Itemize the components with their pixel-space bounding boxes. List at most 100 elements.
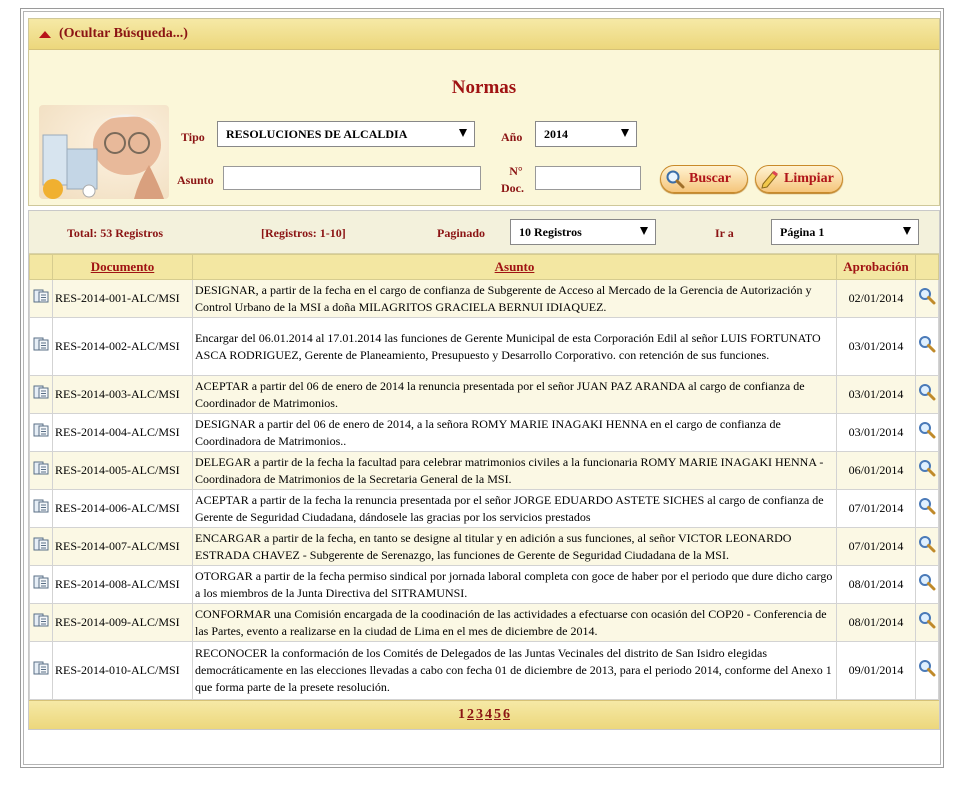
document-icon[interactable] bbox=[32, 287, 50, 305]
approval-date: 03/01/2014 bbox=[836, 317, 916, 376]
ndoc-label-top: N° bbox=[509, 164, 523, 178]
page-link-4[interactable]: 4 bbox=[485, 707, 492, 722]
view-cell[interactable] bbox=[915, 489, 939, 528]
magnifier-icon[interactable] bbox=[918, 383, 936, 401]
view-cell[interactable] bbox=[915, 527, 939, 566]
view-cell[interactable] bbox=[915, 375, 939, 414]
document-icon-cell[interactable] bbox=[29, 451, 53, 490]
approval-date: 02/01/2014 bbox=[836, 279, 916, 318]
results-panel: Total: 53 Registros [Registros: 1-10] Pa… bbox=[28, 210, 940, 730]
document-code: RES-2014-002-ALC/MSI bbox=[52, 317, 193, 376]
magnifier-icon[interactable] bbox=[918, 573, 936, 591]
document-code: RES-2014-007-ALC/MSI bbox=[52, 527, 193, 566]
table-body: RES-2014-001-ALC/MSI DESIGNAR, a partir d… bbox=[29, 279, 939, 700]
anio-select[interactable]: 2014 bbox=[535, 121, 637, 147]
document-code: RES-2014-006-ALC/MSI bbox=[52, 489, 193, 528]
anio-select-value: 2014 bbox=[544, 126, 568, 141]
document-icon[interactable] bbox=[32, 459, 50, 477]
asunto-text: DESIGNAR, a partir de la fecha en el car… bbox=[192, 279, 837, 318]
document-icon-cell[interactable] bbox=[29, 565, 53, 604]
document-code: RES-2014-003-ALC/MSI bbox=[52, 375, 193, 414]
document-icon[interactable] bbox=[32, 497, 50, 515]
magnifier-icon[interactable] bbox=[918, 611, 936, 629]
document-icon-cell[interactable] bbox=[29, 413, 53, 452]
chevron-down-icon bbox=[903, 227, 911, 235]
paginado-label: Paginado bbox=[437, 226, 486, 240]
magnifier-icon[interactable] bbox=[918, 497, 936, 515]
asunto-input[interactable] bbox=[223, 166, 481, 190]
tipo-label: Tipo bbox=[181, 130, 205, 144]
document-code: RES-2014-010-ALC/MSI bbox=[52, 641, 193, 700]
view-cell[interactable] bbox=[915, 279, 939, 318]
view-cell[interactable] bbox=[915, 317, 939, 376]
approval-date: 07/01/2014 bbox=[836, 527, 916, 566]
asunto-text: Encargar del 06.01.2014 al 17.01.2014 la… bbox=[192, 317, 837, 376]
magnifier-icon[interactable] bbox=[918, 335, 936, 353]
magnifier-icon[interactable] bbox=[918, 659, 936, 677]
tipo-select[interactable]: RESOLUCIONES DE ALCALDIA bbox=[217, 121, 475, 147]
tipo-select-value: RESOLUCIONES DE ALCALDIA bbox=[226, 126, 408, 141]
buscar-label: Buscar bbox=[689, 171, 731, 186]
document-icon[interactable] bbox=[32, 659, 50, 677]
header-documento[interactable]: Documento bbox=[52, 254, 193, 280]
document-icon-cell[interactable] bbox=[29, 603, 53, 642]
pagination-bar: Total: 53 Registros [Registros: 1-10] Pa… bbox=[29, 211, 939, 254]
document-icon[interactable] bbox=[32, 421, 50, 439]
table-row: RES-2014-007-ALC/MSI ENCARGAR a partir de… bbox=[29, 527, 939, 566]
search-header: (Ocultar Búsqueda...) bbox=[29, 19, 939, 50]
view-cell[interactable] bbox=[915, 413, 939, 452]
document-icon-cell[interactable] bbox=[29, 375, 53, 414]
view-cell[interactable] bbox=[915, 451, 939, 490]
ira-select[interactable]: Página 1 bbox=[771, 219, 919, 245]
collapse-triangle-icon[interactable] bbox=[39, 30, 51, 38]
asunto-text: CONFORMAR una Comisión encargada de la c… bbox=[192, 603, 837, 642]
paginado-select[interactable]: 10 Registros bbox=[510, 219, 656, 245]
page-link-5[interactable]: 5 bbox=[494, 707, 501, 722]
magnifier-icon[interactable] bbox=[918, 421, 936, 439]
header-asunto[interactable]: Asunto bbox=[192, 254, 837, 280]
document-icon-cell[interactable] bbox=[29, 279, 53, 318]
results-table: Documento Asunto Aprobación RES-2014-001… bbox=[29, 254, 939, 700]
page-link-1[interactable]: 1 bbox=[458, 707, 465, 722]
asunto-text: OTORGAR a partir de la fecha permiso sin… bbox=[192, 565, 837, 604]
document-icon-cell[interactable] bbox=[29, 317, 53, 376]
document-icon[interactable] bbox=[32, 535, 50, 553]
table-row: RES-2014-001-ALC/MSI DESIGNAR, a partir d… bbox=[29, 279, 939, 318]
ndoc-label-bottom: Doc. bbox=[501, 181, 524, 195]
table-row: RES-2014-008-ALC/MSI OTORGAR a partir de … bbox=[29, 565, 939, 604]
approval-date: 03/01/2014 bbox=[836, 413, 916, 452]
asunto-text: ENCARGAR a partir de la fecha, en tanto … bbox=[192, 527, 837, 566]
document-icon[interactable] bbox=[32, 611, 50, 629]
view-cell[interactable] bbox=[915, 565, 939, 604]
magnifier-icon[interactable] bbox=[918, 535, 936, 553]
magnifier-icon[interactable] bbox=[918, 459, 936, 477]
approval-date: 03/01/2014 bbox=[836, 375, 916, 414]
page-link-6[interactable]: 6 bbox=[503, 707, 510, 722]
table-row: RES-2014-003-ALC/MSI ACEPTAR a partir del… bbox=[29, 375, 939, 414]
limpiar-label: Limpiar bbox=[784, 171, 834, 186]
table-row: RES-2014-002-ALC/MSI Encargar del 06.01.2… bbox=[29, 317, 939, 376]
page-links: 123456 bbox=[29, 700, 939, 729]
view-cell[interactable] bbox=[915, 641, 939, 700]
page-link-2[interactable]: 2 bbox=[467, 707, 474, 722]
document-icon[interactable] bbox=[32, 383, 50, 401]
toggle-search-link[interactable]: (Ocultar Búsqueda...) bbox=[59, 26, 188, 42]
records-range: [Registros: 1-10] bbox=[261, 226, 346, 240]
document-icon-cell[interactable] bbox=[29, 489, 53, 528]
buscar-button[interactable]: Buscar bbox=[660, 165, 748, 193]
asunto-text: ACEPTAR a partir de la fecha la renuncia… bbox=[192, 489, 837, 528]
magnifier-icon[interactable] bbox=[918, 287, 936, 305]
view-cell[interactable] bbox=[915, 603, 939, 642]
document-icon[interactable] bbox=[32, 335, 50, 353]
main-frame: (Ocultar Búsqueda...) Normas Tipo RESOLU… bbox=[20, 8, 944, 768]
ndoc-input[interactable] bbox=[535, 166, 641, 190]
document-icon-cell[interactable] bbox=[29, 641, 53, 700]
header-aprobacion: Aprobación bbox=[836, 254, 916, 280]
page-link-3[interactable]: 3 bbox=[476, 707, 483, 722]
approval-date: 08/01/2014 bbox=[836, 603, 916, 642]
table-row: RES-2014-009-ALC/MSI CONFORMAR una Comisi… bbox=[29, 603, 939, 642]
asunto-text: DELEGAR a partir de la fecha la facultad… bbox=[192, 451, 837, 490]
document-icon-cell[interactable] bbox=[29, 527, 53, 566]
limpiar-button[interactable]: Limpiar bbox=[755, 165, 843, 193]
document-icon[interactable] bbox=[32, 573, 50, 591]
